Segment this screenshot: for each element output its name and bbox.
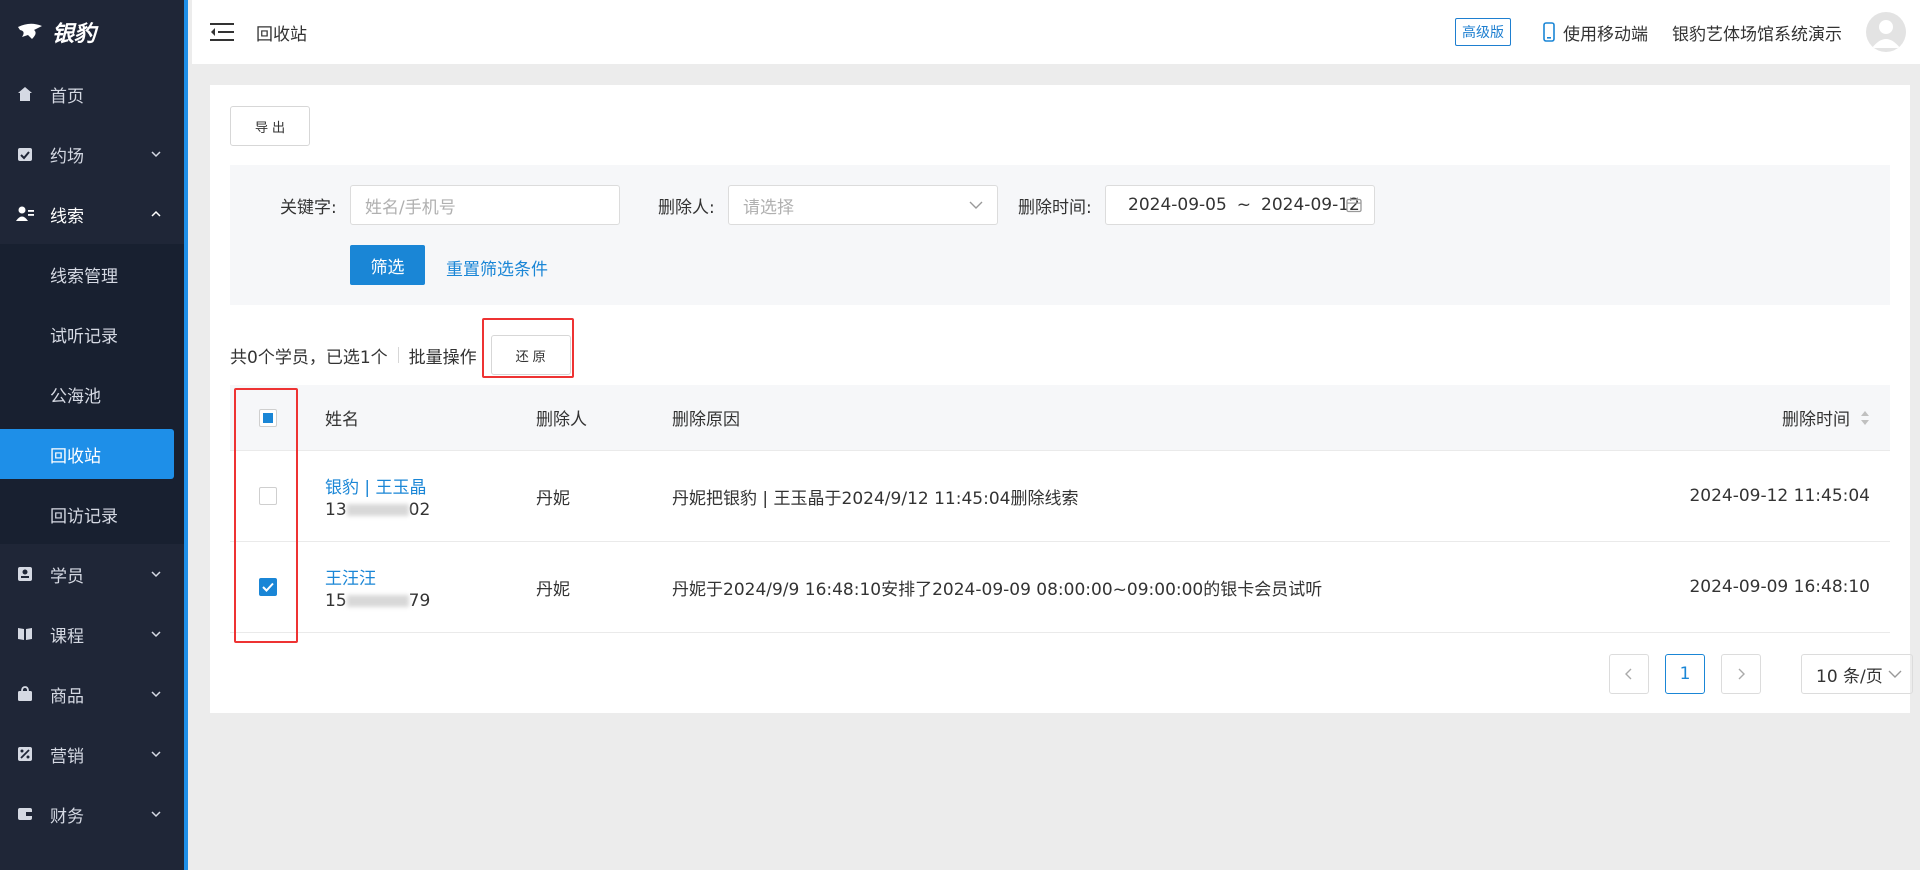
edition-badge: 高级版 <box>1455 18 1511 46</box>
divider <box>397 347 399 363</box>
main-panel: 导 出 关键字: 姓名/手机号 删除人: 请选择 删除时间: 2024-09-0… <box>210 85 1913 713</box>
deleter-select[interactable]: 请选择 <box>728 185 998 225</box>
chevron-down-icon <box>1888 670 1902 678</box>
chevron-up-icon <box>151 210 161 217</box>
sidebar-item-students[interactable]: 学员 <box>0 544 184 604</box>
deleter-cell: 丹妮 <box>536 488 570 509</box>
avatar[interactable] <box>1866 12 1906 52</box>
date-separator: ~ <box>1236 195 1252 215</box>
percent-icon <box>16 745 34 763</box>
sidebar-item-marketing[interactable]: 营销 <box>0 724 184 784</box>
masked-phone-digits <box>346 503 409 516</box>
chevron-down-icon <box>151 151 161 158</box>
chevron-down-icon <box>151 571 161 578</box>
table-header-row: 姓名 删除人 删除原因 删除时间 <box>230 385 1890 451</box>
date-start: 2024-09-05 <box>1128 195 1227 215</box>
student-card-icon <box>16 565 34 583</box>
sidebar-item-public-pool[interactable]: 公海池 <box>0 364 184 424</box>
batch-label: 批量操作 <box>408 347 477 368</box>
date-label: 删除时间: <box>1018 198 1092 218</box>
user-clue-icon <box>16 205 34 223</box>
checkbox-highlight-box <box>234 388 298 643</box>
top-header: 回收站 高级版 使用移动端 银豹艺体场馆系统演示 <box>192 0 1920 64</box>
reset-filter-link[interactable]: 重置筛选条件 <box>446 255 548 280</box>
export-button[interactable]: 导 出 <box>230 106 310 146</box>
sidebar-item-home[interactable]: 首页 <box>0 64 184 124</box>
sidebar-item-recycle-bin[interactable]: 回收站 <box>0 429 174 479</box>
student-phone: 13 02 <box>325 499 431 520</box>
brand-logo[interactable]: 银豹 <box>0 0 184 64</box>
student-name-link[interactable]: 银豹 | 王玉晶 <box>325 473 430 498</box>
recycle-table: 姓名 删除人 删除原因 删除时间 银豹 | 王玉晶 13 02 丹妮 丹妮把银豹 … <box>230 385 1890 633</box>
sidebar-item-clue-management[interactable]: 线索管理 <box>0 244 184 304</box>
chevron-down-icon <box>151 691 161 698</box>
leopard-logo-icon <box>18 23 42 39</box>
deleter-label: 删除人: <box>658 198 715 218</box>
page-number-button[interactable]: 1 <box>1665 654 1705 694</box>
collapse-menu-icon[interactable] <box>210 22 234 42</box>
keyword-input[interactable]: 姓名/手机号 <box>350 185 620 225</box>
shopping-bag-icon <box>16 685 34 703</box>
prev-page-button[interactable] <box>1609 654 1649 694</box>
reason-cell: 丹妮于2024/9/9 16:48:10安排了2024-09-09 08:00:… <box>672 579 1323 600</box>
sidebar-item-clues[interactable]: 线索 <box>0 184 184 244</box>
pagination: 1 10 条/页 <box>1609 654 1913 694</box>
table-row: 王汪汪 15 79 丹妮 丹妮于2024/9/9 16:48:10安排了2024-… <box>230 542 1890 633</box>
deleter-cell: 丹妮 <box>536 579 570 600</box>
date-range-picker[interactable]: 2024-09-05 ~ 2024-09-12 <box>1105 185 1375 225</box>
sort-icon[interactable] <box>1860 410 1870 426</box>
breadcrumb: 回收站 <box>256 24 307 45</box>
chevron-down-icon <box>151 751 161 758</box>
brand-name: 银豹 <box>52 22 97 47</box>
sidebar-item-follow-up-records[interactable]: 回访记录 <box>0 484 184 544</box>
page-size-select[interactable]: 10 条/页 <box>1801 654 1913 694</box>
keyword-label: 关键字: <box>280 198 337 218</box>
sidebar-item-trial-records[interactable]: 试听记录 <box>0 304 184 364</box>
masked-phone-digits <box>346 594 409 607</box>
calendar-icon <box>1346 197 1362 213</box>
sidebar-item-booking[interactable]: 约场 <box>0 124 184 184</box>
student-phone: 15 79 <box>325 590 431 611</box>
column-header-reason: 删除原因 <box>672 410 740 430</box>
chevron-right-icon <box>1738 668 1745 680</box>
user-avatar-icon <box>1872 20 1900 48</box>
sidebar-item-courses[interactable]: 课程 <box>0 604 184 664</box>
clues-submenu: 线索管理 试听记录 公海池 回收站 回访记录 <box>0 244 184 544</box>
chevron-down-icon <box>969 201 983 209</box>
count-text: 共0个学员，已选1个 <box>230 347 388 368</box>
next-page-button[interactable] <box>1721 654 1761 694</box>
filter-area: 关键字: 姓名/手机号 删除人: 请选择 删除时间: 2024-09-05 ~ … <box>230 165 1890 305</box>
org-name[interactable]: 银豹艺体场馆系统演示 <box>1672 20 1842 45</box>
sidebar-item-goods[interactable]: 商品 <box>0 664 184 724</box>
restore-highlight-box <box>482 318 574 378</box>
chevron-left-icon <box>1625 668 1632 680</box>
mobile-phone-icon <box>1543 22 1555 42</box>
sidebar-item-finance[interactable]: 财务 <box>0 784 184 844</box>
sidebar: 银豹 首页 约场 线索 线索管理 试听记录 公海池 回收站 回访记录 学员 课程… <box>0 0 188 870</box>
delete-time-cell: 2024-09-09 16:48:10 <box>1689 577 1870 597</box>
delete-time-cell: 2024-09-12 11:45:04 <box>1689 486 1870 506</box>
column-header-name: 姓名 <box>325 410 359 430</box>
book-icon <box>16 625 34 643</box>
chevron-down-icon <box>151 811 161 818</box>
student-name-link[interactable]: 王汪汪 <box>325 564 430 589</box>
wallet-icon <box>16 805 34 823</box>
column-header-time[interactable]: 删除时间 <box>1782 385 1870 450</box>
chevron-down-icon <box>151 631 161 638</box>
mobile-link[interactable]: 使用移动端 <box>1543 20 1648 45</box>
reason-cell: 丹妮把银豹 | 王玉晶于2024/9/12 11:45:04删除线索 <box>672 488 1079 509</box>
calendar-check-icon <box>16 145 34 163</box>
home-icon <box>16 85 34 103</box>
column-header-deleter: 删除人 <box>536 410 587 430</box>
table-row: 银豹 | 王玉晶 13 02 丹妮 丹妮把银豹 | 王玉晶于2024/9/12 1… <box>230 451 1890 542</box>
apply-filter-button[interactable]: 筛选 <box>350 245 425 285</box>
